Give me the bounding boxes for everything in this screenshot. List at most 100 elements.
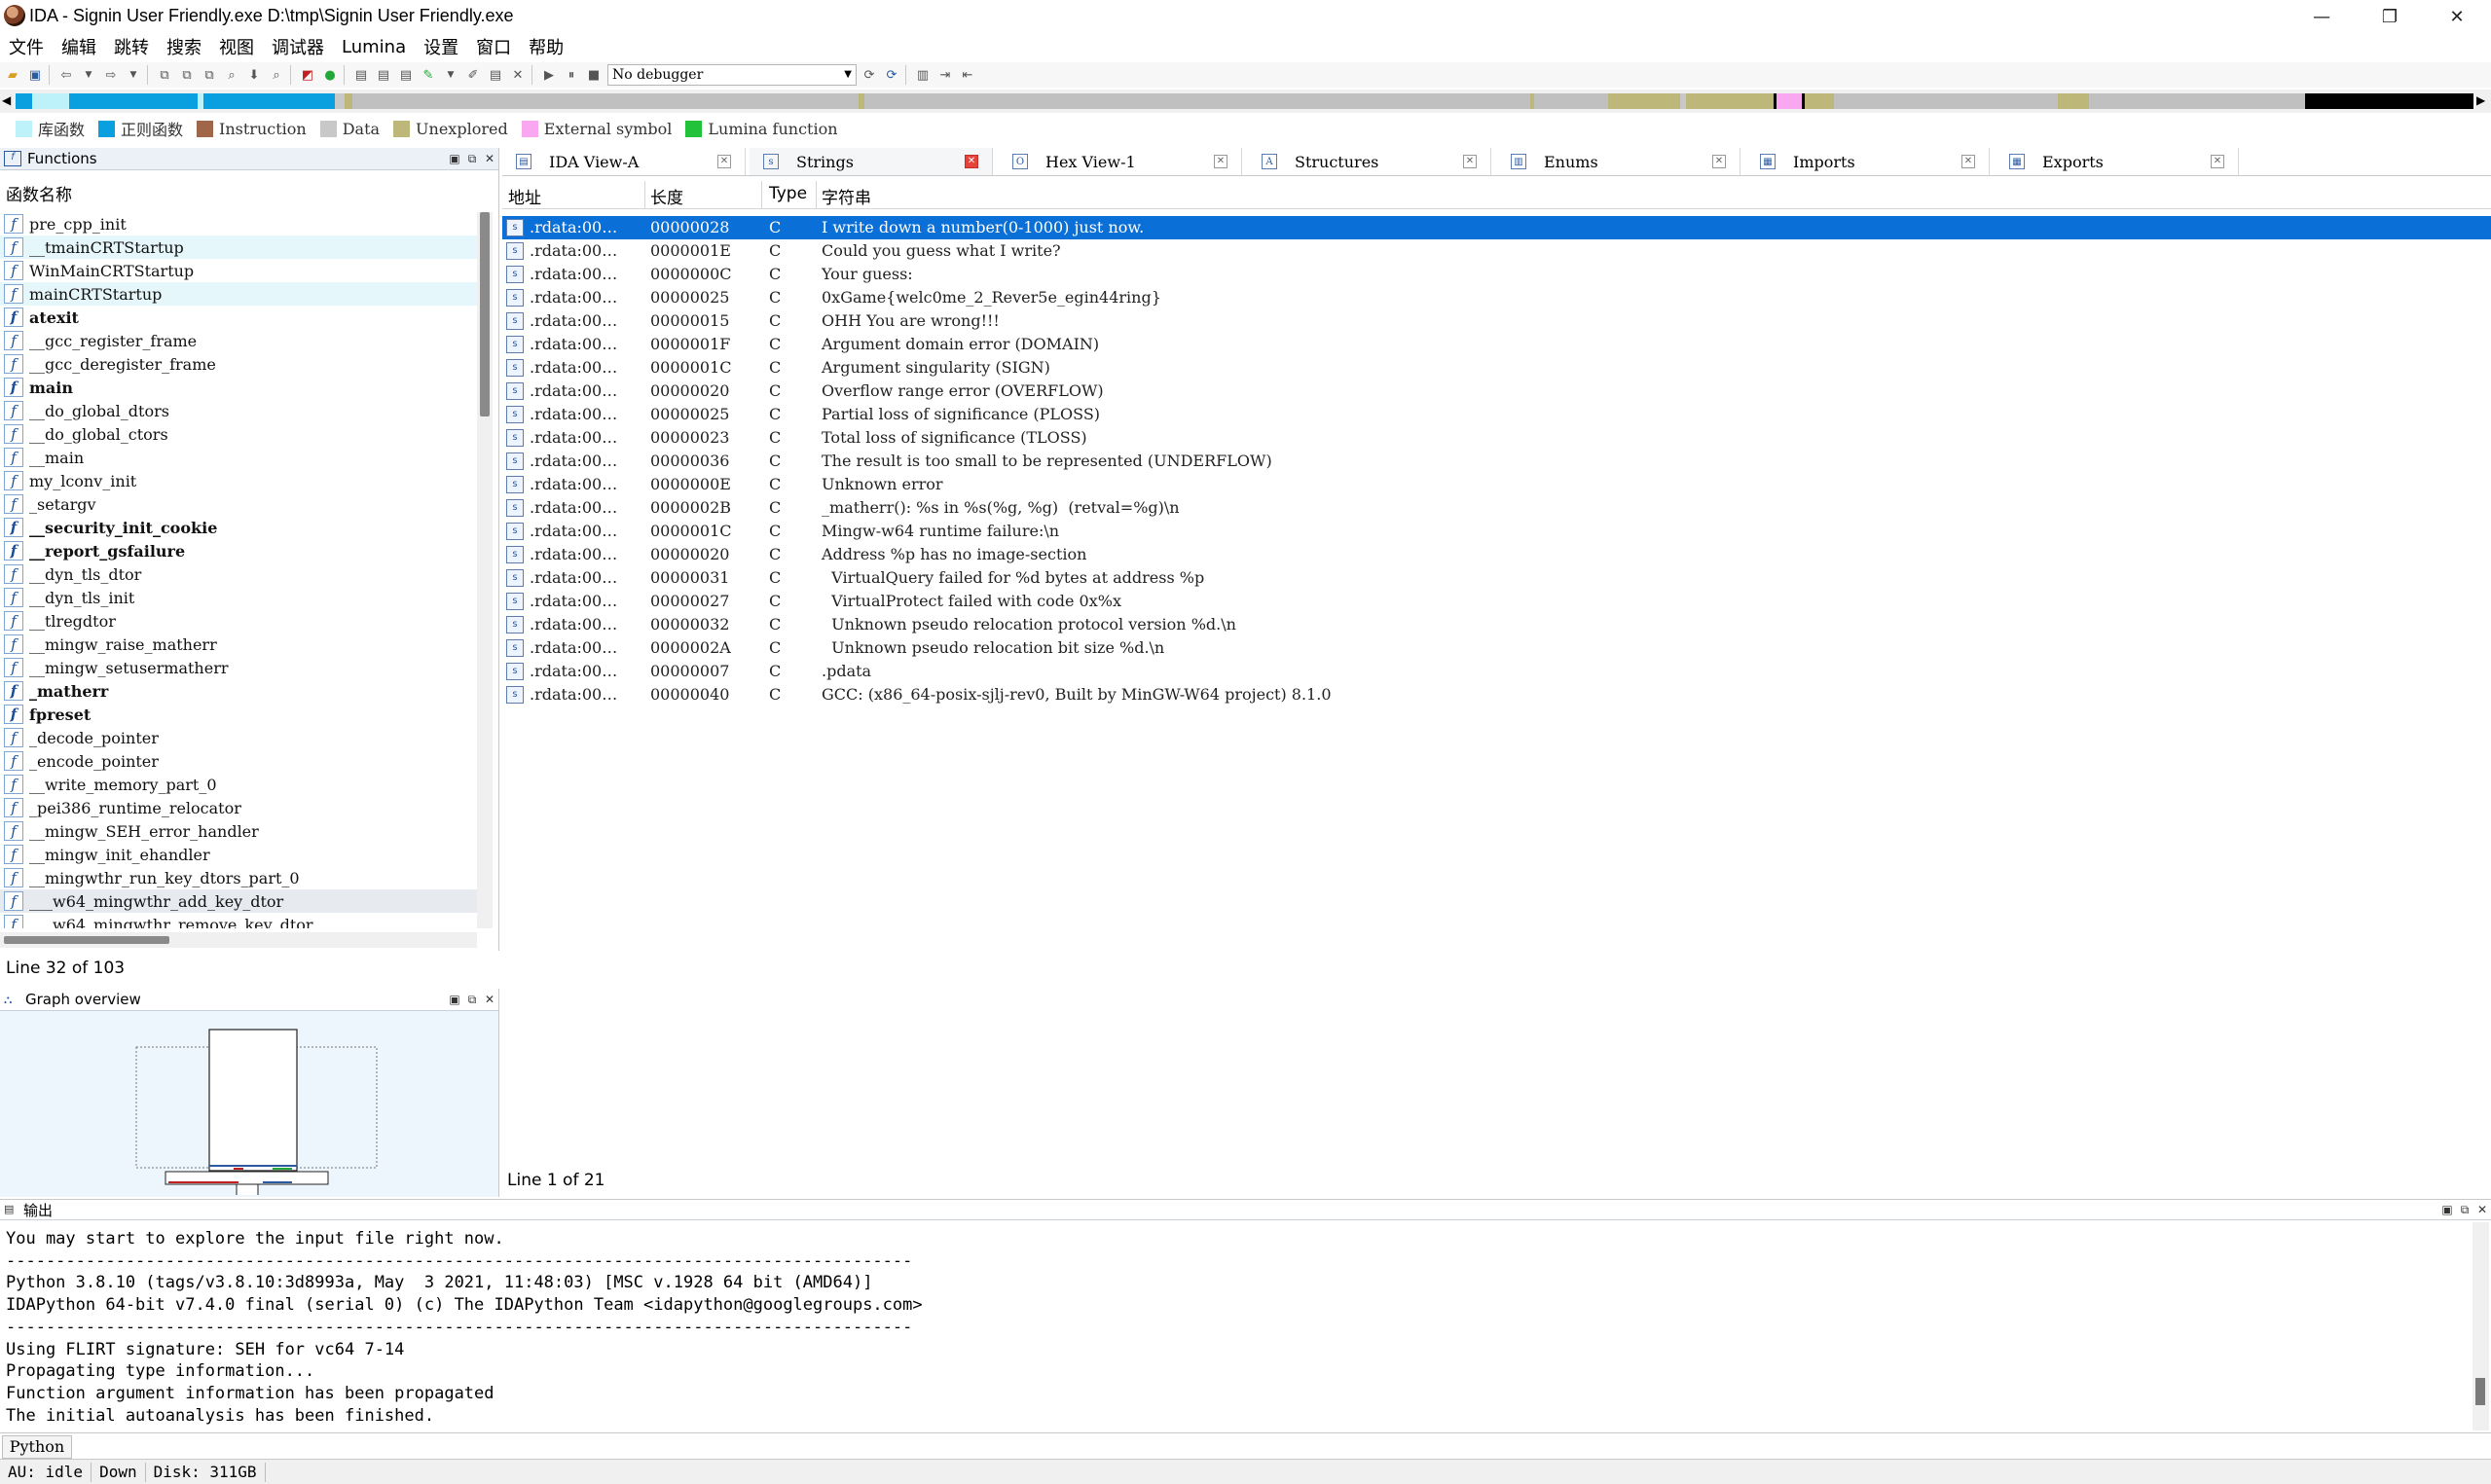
undefine-icon[interactable]: ✐ — [463, 65, 483, 85]
step-icon[interactable]: ⇥ — [935, 65, 955, 85]
breakpoint-list-icon[interactable]: ▥ — [913, 65, 933, 85]
forward-icon[interactable]: ⇨ — [101, 65, 121, 85]
cli-language-button[interactable]: Python — [2, 1435, 72, 1459]
chevron-down-icon[interactable]: ▼ — [79, 65, 98, 85]
delete-icon[interactable]: ✕ — [508, 65, 528, 85]
close-tab-icon[interactable]: ✕ — [1214, 155, 1227, 168]
tab-structures[interactable]: A Structures ✕ — [1248, 148, 1491, 175]
close-tab-icon[interactable]: ✕ — [1463, 155, 1477, 168]
function-row[interactable]: f ___w64_mingwthr_remove_key_dtor — [0, 913, 477, 928]
float-panel-icon[interactable]: ⧉ — [463, 152, 481, 166]
pause-icon[interactable]: ⏸ — [562, 65, 581, 85]
functions-column-header[interactable]: 函数名称 — [6, 181, 72, 205]
tab-hex-view[interactable]: O Hex View-1 ✕ — [999, 148, 1242, 175]
string-row[interactable]: s .rdata:00… 00000023 C Total loss of signif… — [502, 426, 2491, 450]
string-row[interactable]: s .rdata:00… 00000031 C VirtualQuery failed… — [502, 566, 2491, 590]
tab-ida-view-a[interactable]: ▤ IDA View-A ✕ — [502, 148, 746, 175]
function-row[interactable]: f mainCRTStartup — [0, 282, 477, 306]
string-row[interactable]: s .rdata:00… 0000002A C Unknown pseudo relo… — [502, 636, 2491, 660]
nav-right-arrow-icon[interactable]: ▶ — [2476, 93, 2485, 107]
function-row[interactable]: f pre_cpp_init — [0, 212, 477, 235]
string-row[interactable]: s .rdata:00… 0000001C C Mingw-w64 runtime fa… — [502, 520, 2491, 543]
open-icon[interactable]: ▰ — [3, 65, 22, 85]
string-row[interactable]: s .rdata:00… 0000001C C Argument singularity… — [502, 356, 2491, 380]
string-row[interactable]: s .rdata:00… 00000007 C .pdata — [502, 660, 2491, 683]
functions-scroll-thumb[interactable] — [480, 212, 490, 416]
string-row[interactable]: s .rdata:00… 00000025 C Partial loss of sign… — [502, 403, 2491, 426]
data-icon[interactable]: ▤ — [374, 65, 393, 85]
close-panel-icon[interactable]: ✕ — [481, 152, 498, 165]
column-address[interactable]: 地址 — [508, 184, 541, 208]
function-row[interactable]: f __mingw_raise_matherr — [0, 633, 477, 656]
close-panel-icon[interactable]: ✕ — [481, 993, 498, 1006]
graph-icon[interactable]: ◩ — [298, 65, 317, 85]
patch-icon[interactable]: ▤ — [486, 65, 505, 85]
refresh-icon[interactable]: ⟳ — [882, 65, 901, 85]
function-row[interactable]: f __dyn_tls_dtor — [0, 562, 477, 586]
close-tab-icon[interactable]: ✕ — [1712, 155, 1726, 168]
tab-enums[interactable]: ▥ Enums ✕ — [1497, 148, 1740, 175]
navigation-band-track[interactable] — [16, 93, 2473, 109]
chevron-down-icon[interactable]: ▼ — [124, 65, 143, 85]
close-tab-icon[interactable]: ✕ — [717, 155, 731, 168]
close-tab-icon[interactable]: ✕ — [1961, 155, 1975, 168]
save-icon[interactable]: ▣ — [25, 65, 45, 85]
function-row[interactable]: f __gcc_register_frame — [0, 329, 477, 352]
function-row[interactable]: f main — [0, 376, 477, 399]
function-row[interactable]: f __gcc_deregister_frame — [0, 352, 477, 376]
float-panel-icon[interactable]: ⧉ — [463, 993, 481, 1007]
menu-jump[interactable]: 跳转 — [105, 34, 158, 59]
function-row[interactable]: f __mingw_init_ehandler — [0, 843, 477, 866]
function-row[interactable]: f ___w64_mingwthr_add_key_dtor — [0, 889, 477, 913]
function-row[interactable]: f _encode_pointer — [0, 749, 477, 773]
array-icon[interactable]: ✎ — [419, 65, 438, 85]
tab-imports[interactable]: ▦ Imports ✕ — [1746, 148, 1990, 175]
function-row[interactable]: f _setargv — [0, 492, 477, 516]
close-tab-icon[interactable]: ✕ — [2211, 155, 2224, 168]
cut-icon[interactable]: ⧉ — [200, 65, 219, 85]
function-row[interactable]: f WinMainCRTStartup — [0, 259, 477, 282]
string-row[interactable]: s .rdata:00… 00000036 C The result is too sm… — [502, 450, 2491, 473]
binary-search-icon[interactable]: ⌕ — [222, 65, 241, 85]
function-row[interactable]: f __tlregdtor — [0, 609, 477, 633]
graph-overview-canvas[interactable] — [0, 1010, 498, 1195]
string-row[interactable]: s .rdata:00… 00000027 C VirtualProtect fail… — [502, 590, 2491, 613]
text-search-icon[interactable]: ⌕ — [267, 65, 286, 85]
menu-debugger[interactable]: 调试器 — [263, 34, 333, 59]
attach-icon[interactable]: ⟳ — [860, 65, 879, 85]
column-string[interactable]: 字符串 — [822, 184, 871, 208]
paste-icon[interactable]: ⧉ — [177, 65, 197, 85]
function-row[interactable]: f __security_init_cookie — [0, 516, 477, 539]
function-row[interactable]: f __report_gsfailure — [0, 539, 477, 562]
function-row[interactable]: f __write_memory_part_0 — [0, 773, 477, 796]
menu-edit[interactable]: 编辑 — [53, 34, 105, 59]
string-row[interactable]: s .rdata:00… 0000002B C _matherr(): %s in %s… — [502, 496, 2491, 520]
function-row[interactable]: f _matherr — [0, 679, 477, 703]
chevron-down-icon[interactable]: ▼ — [441, 65, 460, 85]
green-dot-icon[interactable]: ● — [320, 65, 340, 85]
string-row[interactable]: s .rdata:00… 00000015 C OHH You are wrong!!! — [502, 309, 2491, 333]
output-scroll-thumb[interactable] — [2475, 1378, 2485, 1405]
column-divider[interactable] — [761, 181, 762, 208]
function-row[interactable]: f __mingw_setusermatherr — [0, 656, 477, 679]
column-type[interactable]: Type — [769, 184, 807, 203]
maximize-button[interactable]: ❐ — [2356, 0, 2424, 33]
menu-windows[interactable]: 窗口 — [467, 34, 520, 59]
close-tab-icon[interactable]: ✕ — [965, 155, 978, 168]
nav-left-arrow-icon[interactable]: ◀ — [2, 93, 11, 107]
stop-icon[interactable]: ■ — [584, 65, 604, 85]
string-row[interactable]: s .rdata:00… 0000000C C Your guess: — [502, 263, 2491, 286]
function-row[interactable]: f __tmainCRTStartup — [0, 235, 477, 259]
menu-help[interactable]: 帮助 — [520, 34, 572, 59]
string-row[interactable]: s .rdata:00… 0000001F C Argument domain erro… — [502, 333, 2491, 356]
function-row[interactable]: f my_lconv_init — [0, 469, 477, 492]
function-row[interactable]: f atexit — [0, 306, 477, 329]
play-icon[interactable]: ▶ — [539, 65, 559, 85]
menu-view[interactable]: 视图 — [210, 34, 263, 59]
string-row[interactable]: s .rdata:00… 0000001E C Could you guess what… — [502, 239, 2491, 263]
debugger-select[interactable]: No debugger ▼ — [607, 64, 857, 86]
close-button[interactable]: ✕ — [2423, 0, 2491, 33]
string-row[interactable]: s .rdata:00… 0000000E C Unknown error — [502, 473, 2491, 496]
close-panel-icon[interactable]: ✕ — [2473, 1203, 2491, 1216]
minimize-button[interactable]: — — [2288, 0, 2356, 33]
